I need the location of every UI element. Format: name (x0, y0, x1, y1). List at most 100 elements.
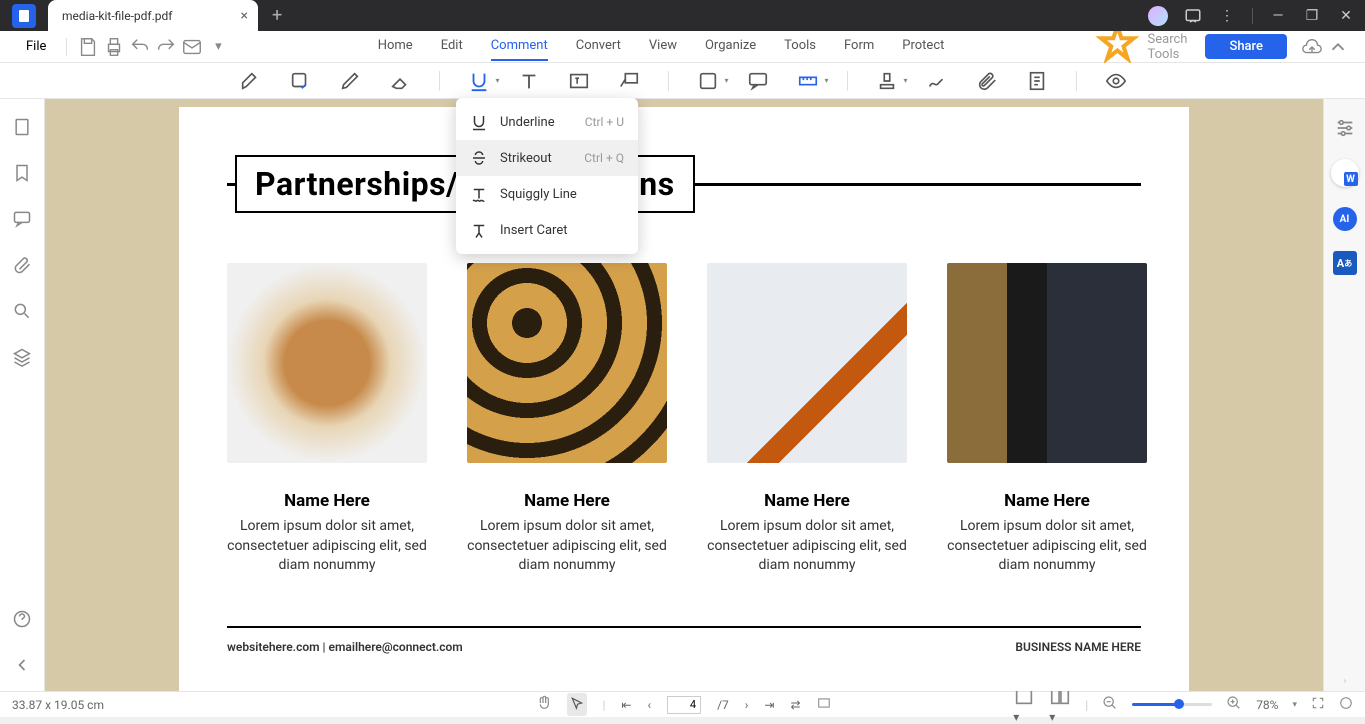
pdf-page: Partnerships/Collaborations Name Here Lo… (179, 107, 1189, 691)
mail-icon[interactable] (181, 36, 203, 58)
note-icon[interactable] (289, 70, 311, 92)
print-icon[interactable] (103, 36, 125, 58)
text-tool-icon[interactable] (518, 70, 540, 92)
comments-panel-icon[interactable] (12, 209, 32, 229)
properties-icon[interactable] (1334, 117, 1356, 139)
footer-left: websitehere.com | emailhere@connect.com (227, 640, 463, 654)
shape-icon[interactable]: ▾ (697, 70, 719, 92)
pencil-icon[interactable] (339, 70, 361, 92)
maximize-icon[interactable]: ❐ (1303, 8, 1321, 24)
collapse-left-icon[interactable] (12, 655, 32, 675)
section-heading: Partnerships/Collaborations (227, 155, 1141, 213)
zoom-value[interactable]: 78% (1256, 698, 1278, 712)
collapse-ribbon-icon[interactable] (1327, 36, 1349, 58)
undo-icon[interactable] (129, 36, 151, 58)
card-desc: Lorem ipsum dolor sit amet, consectetuer… (467, 517, 667, 576)
measure-icon[interactable]: ▾ (797, 70, 819, 92)
zoom-in-icon[interactable] (1226, 695, 1242, 714)
footer-right: BUSINESS NAME HERE (1015, 640, 1141, 654)
notes-icon[interactable] (1026, 70, 1048, 92)
share-button[interactable]: Share (1205, 34, 1287, 59)
eraser-icon[interactable] (389, 70, 411, 92)
stamp-icon[interactable]: ▾ (876, 70, 898, 92)
dropdown-strikeout[interactable]: Strikeout Ctrl + Q (456, 140, 638, 176)
card-desc: Lorem ipsum dolor sit amet, consectetuer… (947, 517, 1147, 576)
fullscreen-icon[interactable] (1311, 696, 1325, 713)
partner-card: Name Here Lorem ipsum dolor sit amet, co… (227, 263, 427, 576)
page-number-input[interactable] (667, 696, 701, 714)
document-tab[interactable]: media-kit-file-pdf.pdf × (48, 0, 258, 31)
callout-icon[interactable] (618, 70, 640, 92)
first-page-icon[interactable]: ⇤ (621, 698, 631, 712)
save-icon[interactable] (77, 36, 99, 58)
highlight-icon[interactable] (239, 70, 261, 92)
hand-tool-icon[interactable] (534, 695, 550, 714)
chat-icon[interactable] (1184, 7, 1202, 25)
dropdown-shortcut: Ctrl + Q (584, 151, 624, 165)
titlebar: media-kit-file-pdf.pdf × + ⋮ — ❐ ✕ (0, 0, 1365, 31)
window-controls: ⋮ — ❐ ✕ (1148, 6, 1365, 26)
cloud-icon[interactable] (1301, 36, 1323, 58)
word-export-icon[interactable] (1331, 159, 1359, 187)
menubar: File ▾ Home Edit Comment Convert View Or… (0, 31, 1365, 63)
menu-convert[interactable]: Convert (576, 32, 621, 61)
underline-tool-icon[interactable]: ▾ (468, 70, 490, 92)
translate-icon[interactable]: Aあ (1333, 251, 1357, 275)
ai-icon[interactable]: AI (1333, 207, 1357, 231)
app-icon[interactable] (0, 0, 48, 31)
signature-icon[interactable] (926, 70, 948, 92)
statusbar: 33.87 x 19.05 cm | ⇤ ‹ /7 › ⇥ ⇄ ▾ ▾ | 78… (0, 691, 1365, 717)
partner-card: Name Here Lorem ipsum dolor sit amet, co… (467, 263, 667, 576)
zoom-slider[interactable] (1132, 703, 1212, 706)
help-icon[interactable] (12, 609, 32, 629)
menu-edit[interactable]: Edit (441, 32, 463, 61)
dropdown-label: Strikeout (500, 151, 552, 166)
card-image (947, 263, 1147, 463)
dropdown-underline[interactable]: Underline Ctrl + U (456, 104, 638, 140)
reading-mode-icon[interactable] (817, 696, 831, 713)
menu-organize[interactable]: Organize (705, 32, 756, 61)
document-viewport[interactable]: Partnerships/Collaborations Name Here Lo… (45, 99, 1323, 691)
comment-bubble-icon[interactable] (747, 70, 769, 92)
menu-form[interactable]: Form (844, 32, 874, 61)
bookmarks-icon[interactable] (12, 163, 32, 183)
comment-toolbar: ▾ ▾ ▾ ▾ (0, 63, 1365, 99)
layers-icon[interactable] (12, 347, 32, 367)
read-mode-icon[interactable] (1339, 696, 1353, 713)
page-total: /7 (717, 698, 729, 712)
menu-protect[interactable]: Protect (902, 32, 944, 61)
new-tab-button[interactable]: + (258, 5, 296, 26)
close-tab-icon[interactable]: × (241, 8, 248, 24)
close-window-icon[interactable]: ✕ (1337, 8, 1355, 24)
attachments-panel-icon[interactable] (12, 255, 32, 275)
menu-view[interactable]: View (649, 32, 677, 61)
next-page-icon[interactable]: › (745, 698, 749, 712)
jump-icon[interactable]: ⇄ (790, 698, 800, 712)
attachment-icon[interactable] (976, 70, 998, 92)
prev-page-icon[interactable]: ‹ (647, 698, 651, 712)
user-avatar[interactable] (1148, 6, 1168, 26)
search-panel-icon[interactable] (12, 301, 32, 321)
menu-home[interactable]: Home (378, 32, 413, 61)
dropdown-squiggly[interactable]: Squiggly Line (456, 176, 638, 212)
quick-access-dropdown-icon[interactable]: ▾ (207, 36, 229, 58)
menu-dots-icon[interactable]: ⋮ (1218, 8, 1236, 24)
hide-comments-icon[interactable] (1105, 70, 1127, 92)
minimize-icon[interactable]: — (1269, 8, 1287, 24)
redo-icon[interactable] (155, 36, 177, 58)
card-desc: Lorem ipsum dolor sit amet, consectetuer… (227, 517, 427, 576)
page-footer: websitehere.com | emailhere@connect.com … (227, 626, 1141, 654)
textbox-icon[interactable] (568, 70, 590, 92)
last-page-icon[interactable]: ⇥ (764, 698, 774, 712)
file-menu[interactable]: File (16, 39, 56, 54)
thumbnails-icon[interactable] (12, 117, 32, 137)
card-image (467, 263, 667, 463)
select-tool-icon[interactable] (566, 693, 586, 716)
menu-comment[interactable]: Comment (491, 32, 548, 61)
card-image (227, 263, 427, 463)
dropdown-caret[interactable]: Insert Caret (456, 212, 638, 248)
main-area: Partnerships/Collaborations Name Here Lo… (0, 99, 1365, 691)
zoom-out-icon[interactable] (1102, 695, 1118, 714)
menu-tools[interactable]: Tools (784, 32, 816, 61)
card-name: Name Here (467, 491, 667, 511)
